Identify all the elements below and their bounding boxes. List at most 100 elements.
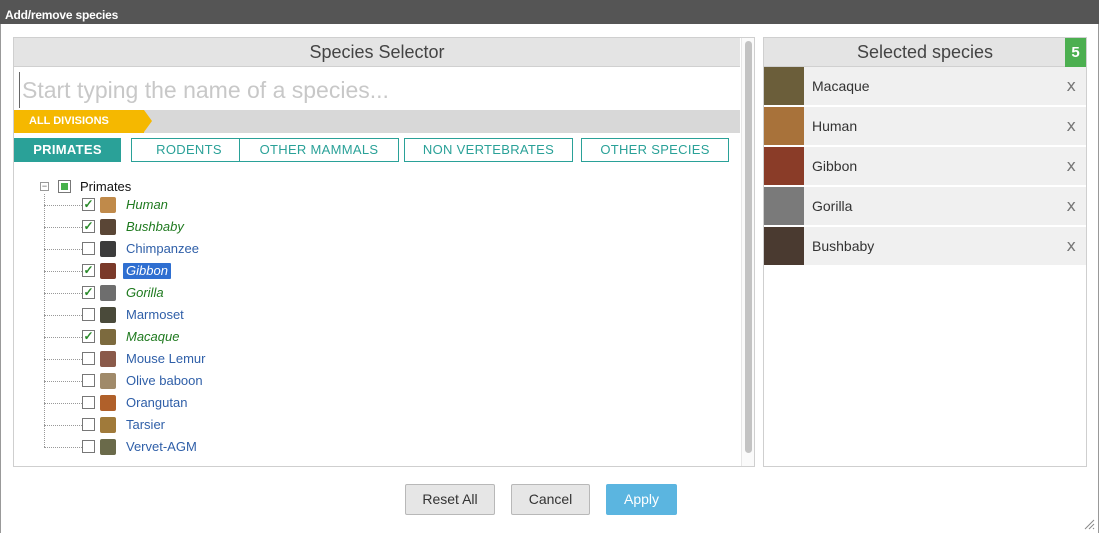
tree-connector [44, 271, 82, 272]
marmoset-thumb-icon [100, 307, 116, 323]
selected-species-row: Bushbaby x [764, 227, 1086, 267]
tree-item-label[interactable]: Tarsier [123, 417, 168, 433]
reset-all-button[interactable]: Reset All [405, 484, 495, 515]
tree-connector [44, 425, 82, 426]
species-checkbox[interactable]: ✓ [82, 330, 95, 343]
selected-species-title: Selected species [764, 38, 1086, 67]
tree-connector [44, 293, 82, 294]
tree-connector [44, 359, 82, 360]
species-checkbox[interactable]: ✓ [82, 264, 95, 277]
tree-item-label[interactable]: Human [123, 197, 171, 213]
dialog-titlebar: Add/remove species [0, 0, 1099, 24]
selected-species-heading: Selected species [856, 42, 994, 62]
species-checkbox[interactable] [82, 374, 95, 387]
selected-species-label: Human [812, 118, 858, 134]
tree-item-label[interactable]: Olive baboon [123, 373, 206, 389]
selected-species-label: Bushbaby [812, 238, 875, 254]
tree-connector [44, 315, 82, 316]
macaque-photo-icon [764, 67, 804, 105]
selected-species-row: Macaque x [764, 67, 1086, 107]
selected-species-row: Gorilla x [764, 187, 1086, 227]
species-checkbox[interactable] [82, 396, 95, 409]
tree-item[interactable]: Orangutan [44, 393, 444, 413]
species-checkbox[interactable] [82, 242, 95, 255]
selected-species-panel: Selected species 5 Macaque x Human x Gibbon x… [763, 37, 1087, 467]
tree-item-label[interactable]: Macaque [123, 329, 182, 345]
tree-connector [44, 227, 82, 228]
species-selector-panel: Species Selector ALL DIVISIONS PRIMATES … [13, 37, 755, 467]
tab-other-mammals[interactable]: OTHER MAMMALS [239, 138, 399, 162]
cancel-button[interactable]: Cancel [511, 484, 590, 515]
species-checkbox[interactable] [82, 418, 95, 431]
tree-connector [44, 403, 82, 404]
gibbon-photo-icon [764, 147, 804, 185]
tab-primates[interactable]: PRIMATES [14, 138, 121, 162]
collapse-icon[interactable]: − [40, 182, 49, 191]
species-checkbox[interactable]: ✓ [82, 198, 95, 211]
selected-count-badge: 5 [1065, 38, 1086, 67]
tree-connector [44, 381, 82, 382]
species-checkbox[interactable]: ✓ [82, 220, 95, 233]
species-checkbox[interactable]: ✓ [82, 286, 95, 299]
tree-item[interactable]: ✓ Macaque [44, 327, 444, 347]
species-checkbox[interactable] [82, 352, 95, 365]
macaque-thumb-icon [100, 329, 116, 345]
selected-species-label: Gorilla [812, 198, 853, 214]
selected-species-label: Macaque [812, 78, 870, 94]
tree-item-label[interactable]: Marmoset [123, 307, 187, 323]
bushbaby-thumb-icon [100, 219, 116, 235]
gibbon-thumb-icon [100, 263, 116, 279]
tree-item[interactable]: ✓ Gibbon [44, 261, 444, 281]
remove-species-button[interactable]: x [1067, 196, 1076, 215]
species-tree: − Primates ✓ Human ✓ Bushbaby Chimpanzee ✓ Gib… [38, 174, 718, 464]
tree-item-label[interactable]: Chimpanzee [123, 241, 202, 257]
gorilla-thumb-icon [100, 285, 116, 301]
tree-connector [44, 205, 82, 206]
partial-checkbox[interactable] [58, 180, 71, 193]
tree-item-label[interactable]: Bushbaby [123, 219, 187, 235]
selector-scrollbar[interactable] [741, 38, 754, 466]
tree-connector [44, 249, 82, 250]
tree-item[interactable]: ✓ Gorilla [44, 283, 444, 303]
apply-button[interactable]: Apply [606, 484, 677, 515]
selected-species-row: Human x [764, 107, 1086, 147]
tab-rodents[interactable]: RODENTS [131, 138, 247, 162]
scrollbar-thumb[interactable] [745, 41, 752, 453]
breadcrumb-all-divisions[interactable]: ALL DIVISIONS [14, 110, 152, 133]
tree-item-label[interactable]: Mouse Lemur [123, 351, 208, 367]
selected-species-label: Gibbon [812, 158, 858, 174]
chimpanzee-thumb-icon [100, 241, 116, 257]
tarsier-thumb-icon [100, 417, 116, 433]
selected-species-row: Gibbon x [764, 147, 1086, 187]
tab-non-vertebrates[interactable]: NON VERTEBRATES [404, 138, 573, 162]
olive-baboon-thumb-icon [100, 373, 116, 389]
tab-other-species[interactable]: OTHER SPECIES [581, 138, 729, 162]
tree-item[interactable]: Marmoset [44, 305, 444, 325]
species-checkbox[interactable] [82, 440, 95, 453]
resize-grip-icon[interactable] [1083, 518, 1095, 530]
tree-connector [44, 447, 82, 448]
tree-item[interactable]: Mouse Lemur [44, 349, 444, 369]
remove-species-button[interactable]: x [1067, 156, 1076, 175]
tree-item-label[interactable]: Vervet-AGM [123, 439, 200, 455]
tree-item[interactable]: Tarsier [44, 415, 444, 435]
remove-species-button[interactable]: x [1067, 76, 1076, 95]
human-photo-icon [764, 107, 804, 145]
tree-item-label[interactable]: Gibbon [123, 263, 171, 279]
tree-item[interactable]: Vervet-AGM [44, 437, 444, 457]
bushbaby-photo-icon [764, 227, 804, 265]
breadcrumb: ALL DIVISIONS [14, 110, 740, 133]
remove-species-button[interactable]: x [1067, 236, 1076, 255]
species-search-input[interactable] [19, 72, 734, 108]
tree-item-label[interactable]: Orangutan [123, 395, 190, 411]
orangutan-thumb-icon [100, 395, 116, 411]
gorilla-photo-icon [764, 187, 804, 225]
tree-item[interactable]: Olive baboon [44, 371, 444, 391]
species-checkbox[interactable] [82, 308, 95, 321]
vervet-agm-thumb-icon [100, 439, 116, 455]
remove-species-button[interactable]: x [1067, 116, 1076, 135]
tree-item[interactable]: ✓ Human [44, 195, 444, 215]
tree-item-label[interactable]: Gorilla [123, 285, 167, 301]
tree-item[interactable]: Chimpanzee [44, 239, 444, 259]
tree-item[interactable]: ✓ Bushbaby [44, 217, 444, 237]
